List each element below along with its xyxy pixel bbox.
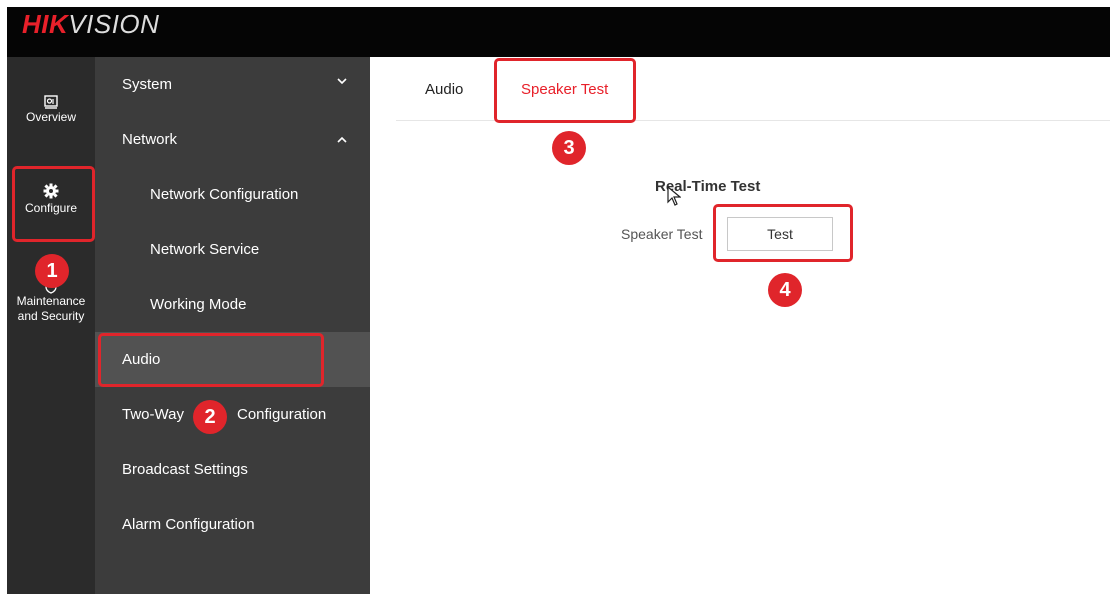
logo-text-hik: HIK (22, 9, 69, 39)
chevron-down-icon (337, 78, 347, 85)
sidebar-item-label: Working Mode (150, 296, 247, 313)
nav-maintenance-label-line1: Maintenance (16, 294, 86, 308)
sidebar-item-label-right: Configuration (237, 406, 327, 423)
step-badge-1: 1 (35, 254, 69, 288)
sidebar-item-label: Network (122, 131, 178, 148)
icon-navigation: Overview Configure Maintenance and Secur… (7, 57, 95, 594)
speaker-test-label: Speaker Test (621, 226, 703, 242)
sidebar-item-broadcast-settings[interactable]: Broadcast Settings (95, 442, 370, 497)
sidebar-item-label: Alarm Configuration (122, 516, 255, 533)
top-bar: HIKVISION (7, 7, 1110, 57)
sidebar-item-alarm-configuration[interactable]: Alarm Configuration (95, 497, 370, 552)
sidebar-item-system[interactable]: System (95, 57, 370, 112)
sidebar-item-two-way-audio-configuration[interactable]: Two-Way Configuration (95, 387, 370, 442)
sidebar-item-network-configuration[interactable]: Network Configuration (95, 167, 370, 222)
highlight-speaker-test-tab (494, 58, 636, 123)
sidebar-item-label: Network Configuration (150, 186, 299, 203)
main-content: Audio Speaker Test Real-Time Test Speake… (370, 57, 1110, 594)
sidebar-item-network-service[interactable]: Network Service (95, 222, 370, 277)
sidebar-item-label: Network Service (150, 241, 260, 258)
step-badge-2: 2 (193, 400, 227, 434)
sidebar-item-working-mode[interactable]: Working Mode (95, 277, 370, 332)
monitor-icon (44, 95, 58, 109)
chevron-up-icon (337, 136, 347, 143)
nav-overview[interactable]: Overview (7, 94, 95, 125)
nav-maintenance-label-line2: and Security (17, 309, 85, 323)
highlight-audio (98, 333, 324, 387)
sidebar-item-label: System (122, 76, 173, 93)
step-badge-4: 4 (768, 273, 802, 307)
hikvision-logo: HIKVISION (22, 9, 159, 40)
tab-audio[interactable]: Audio (425, 81, 463, 98)
highlight-test-button (713, 204, 853, 262)
sidebar-menu: System Network Network Configuration Net… (95, 57, 370, 594)
highlight-configure (12, 166, 95, 242)
mouse-cursor-icon (667, 186, 681, 206)
logo-text-vision: VISION (68, 9, 160, 39)
step-badge-3: 3 (552, 131, 586, 165)
sidebar-item-label: Broadcast Settings (122, 461, 248, 478)
sidebar-item-label-left: Two-Way (122, 406, 184, 423)
nav-overview-label: Overview (25, 110, 76, 124)
sidebar-item-network[interactable]: Network (95, 112, 370, 167)
